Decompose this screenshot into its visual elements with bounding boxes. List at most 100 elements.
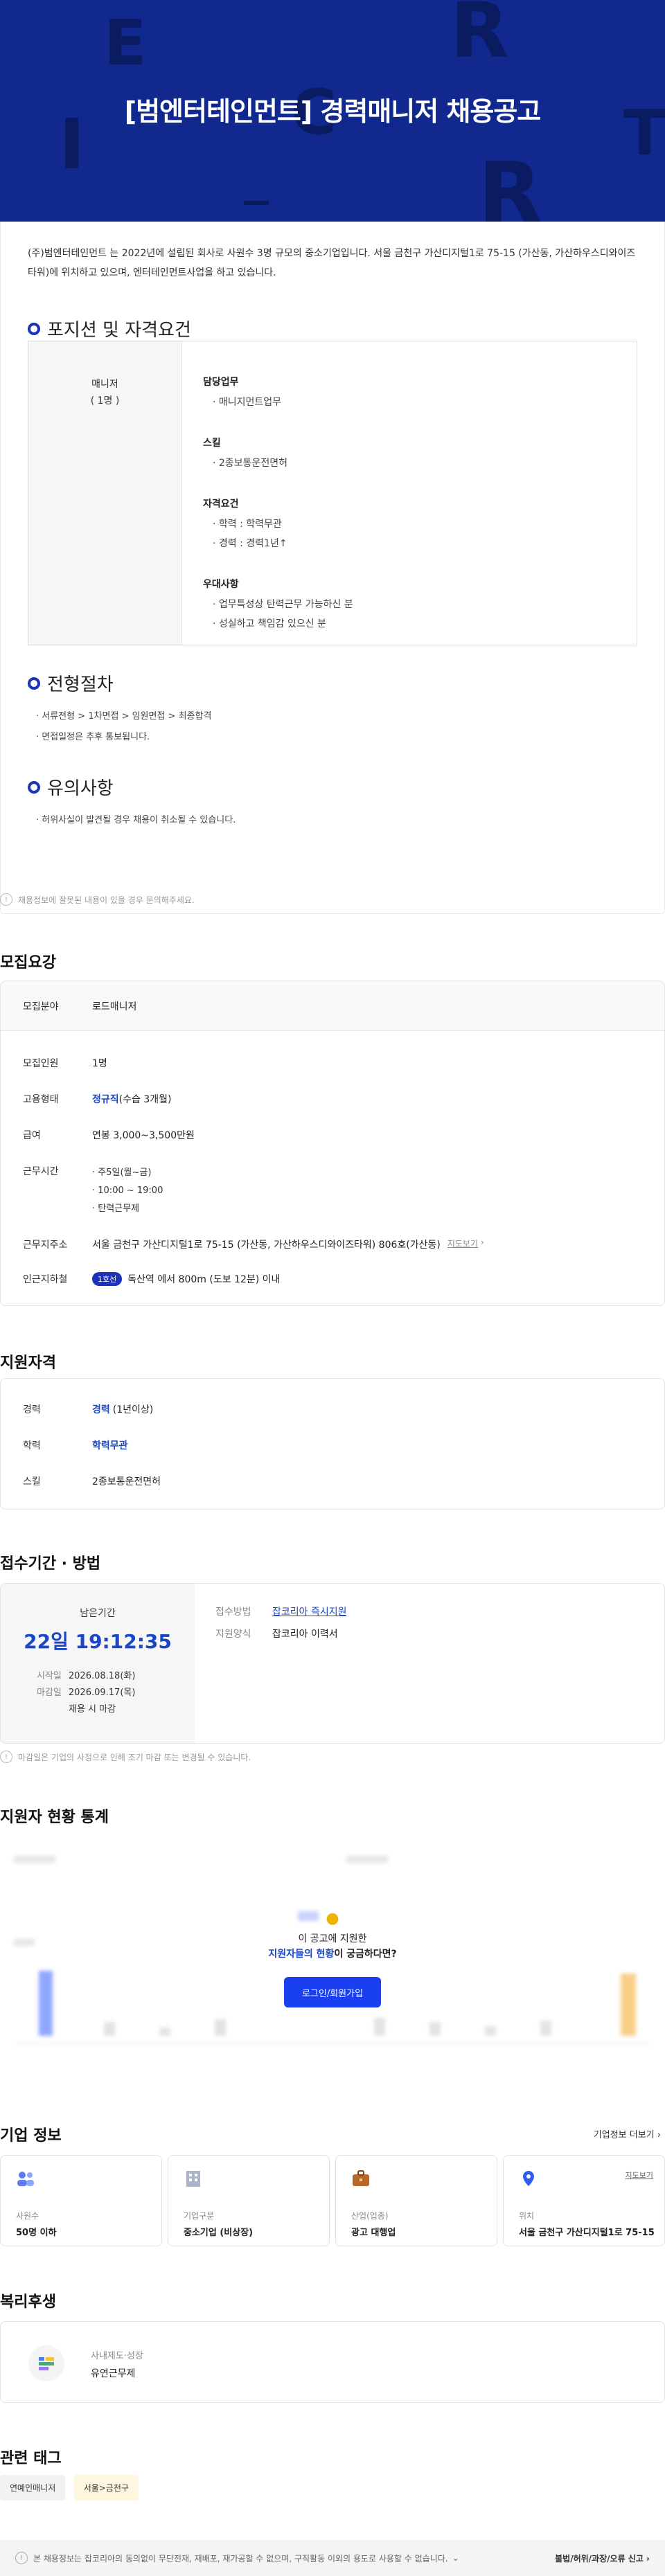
tag-item[interactable]: 서울>금천구 <box>73 2475 139 2501</box>
hero-letter: R <box>450 0 509 75</box>
form-value: 잡코리아 이력서 <box>272 1629 338 1640</box>
qualify-box: 경력 경력 (1년이상) 학력 학력무관 스킬 2종보통운전면허 <box>0 1378 665 1510</box>
stats-panel: ● 이 공고에 지원한 지원자들의 현황이 궁금하다면? 로그인/회원가입 <box>0 1835 665 2084</box>
pref-heading: 우대사항 <box>203 579 239 590</box>
footer-bar: ! 본 채용정보는 잡코리아의 동의없이 무단전재, 재배포, 재가공할 수 없… <box>0 2540 665 2576</box>
welfare-heading: 복리후생 <box>0 2293 56 2311</box>
process-heading-text: 전형절차 <box>47 674 114 695</box>
exp-value: (1년이상) <box>112 1404 154 1415</box>
card-label: 사원수 <box>16 2211 39 2221</box>
type-value: (수습 3개월) <box>118 1094 172 1105</box>
addr-value: 서울 금천구 가산디지털1로 75-15 (가산동, 가산하우스디와이즈타워) … <box>92 1240 441 1251</box>
type-key: 고용형태 <box>23 1094 59 1105</box>
skill-item: · 2종보통운전면허 <box>213 458 287 469</box>
hours-item: · 10:00 ~ 19:00 <box>92 1186 163 1196</box>
qual-item: · 경력 : 경력1년↑ <box>213 538 287 549</box>
hours-item: · 주5일(월~금) <box>92 1168 152 1178</box>
report-notice-text: 채용정보에 잘못된 내용이 있을 경우 문의해주세요. <box>18 895 195 905</box>
apply-period-panel: 남은기간 22일 19:12:35 시작일 2026.08.18(화) 마감일 20… <box>1 1584 195 1743</box>
welfare-category: 사내제도·성장 <box>91 2351 143 2361</box>
hours-list: · 주5일(월~금) · 10:00 ~ 19:00 · 탄력근무제 <box>92 1164 163 1218</box>
count-row: 모집인원 1명 <box>23 1056 107 1070</box>
skills-heading: 스킬 <box>203 438 221 449</box>
chevron-down-icon[interactable]: ⌄ <box>452 2553 459 2563</box>
qualify-heading: 지원자격 <box>0 1354 56 1372</box>
section-dot-icon <box>28 677 40 690</box>
company-heading: 기업 정보 <box>0 2127 62 2145</box>
tags-heading: 관련 태그 <box>0 2450 62 2467</box>
pref-block: 우대사항 · 업무특성상 탄력근무 가능하신 분 · 성실하고 책임감 있으신 … <box>203 577 623 634</box>
tag-list: 연예인매니저 서울>금천구 <box>0 2475 144 2501</box>
form-key: 지원양식 <box>215 1629 251 1640</box>
footer-text: 본 채용정보는 잡코리아의 동의없이 무단전재, 재배포, 재가공할 수 없으며… <box>33 2553 448 2564</box>
company-more-link[interactable]: 기업정보 더보기 › <box>594 2127 661 2140</box>
subway-line-badge: 1호선 <box>92 1272 123 1286</box>
apply-heading: 접수기간 · 방법 <box>0 1555 101 1573</box>
hours-item: · 탄력근무제 <box>92 1204 140 1214</box>
role-name: 매니저 <box>91 379 118 390</box>
role-count: ( 1명 ) <box>90 395 120 406</box>
duty-item: · 매니지먼트업무 <box>213 397 282 408</box>
hero-letter: R <box>478 145 542 222</box>
exp-key: 경력 <box>23 1404 41 1415</box>
salary-row: 급여 연봉 3,000~3,500만원 <box>23 1128 195 1142</box>
remain-time: 22일 19:12:35 <box>24 1630 172 1653</box>
position-details: 담당업무 · 매니지먼트업무 스킬 · 2종보통운전면허 자격요건 · 학력 :… <box>203 375 623 657</box>
info-icon: ! <box>15 2552 28 2564</box>
type-link[interactable]: 정규직 <box>92 1092 119 1106</box>
edu-key: 학력 <box>23 1440 41 1451</box>
recruit-heading: 모집요강 <box>0 954 56 972</box>
card-label: 기업구분 <box>184 2211 215 2221</box>
stack-icon <box>39 2357 54 2370</box>
section-dot-icon <box>28 322 40 335</box>
caution-heading-text: 유의사항 <box>47 778 114 799</box>
tag-item[interactable]: 연예인매니저 <box>0 2475 66 2501</box>
start-date-row: 시작일 2026.08.18(화) <box>37 1671 136 1681</box>
method-link[interactable]: 잡코리아 즉시지원 <box>272 1607 347 1618</box>
info-icon: ! <box>0 1751 12 1763</box>
duties-heading: 담당업무 <box>203 377 239 388</box>
login-signup-button[interactable]: 로그인/회원가입 <box>284 1977 381 2007</box>
qual-heading: 자격요건 <box>203 499 239 510</box>
end-date-row: 마감일 2026.09.17(목) <box>37 1688 136 1698</box>
hero-dash <box>244 201 269 205</box>
skill-row: 스킬 2종보통운전면허 <box>23 1474 161 1488</box>
addr-row: 근무지주소 서울 금천구 가산디지털1로 75-15 (가산동, 가산하우스디와… <box>23 1237 484 1251</box>
hours-key: 근무시간 <box>23 1166 59 1177</box>
welfare-icon <box>28 2345 64 2381</box>
apply-box: 남은기간 22일 19:12:35 시작일 2026.08.18(화) 마감일 20… <box>0 1583 665 1744</box>
building-icon <box>186 2171 200 2187</box>
deadline-note: ! 마감일은 기업의 사정으로 인해 조기 마감 또는 변경될 수 있습니다. <box>0 1751 251 1763</box>
pref-item: · 성실하고 책임감 있으신 분 <box>213 618 326 629</box>
report-notice[interactable]: ! 채용정보에 잘못된 내용이 있을 경우 문의해주세요. <box>0 893 195 906</box>
login-prompt: ● 이 공고에 지원한 지원자들의 현황이 궁금하다면? 로그인/회원가입 <box>0 1910 665 2007</box>
prompt-line2: 지원자들의 현황이 궁금하다면? <box>268 1949 397 1960</box>
company-card-industry: 산업(업종) 광고 대행업 <box>335 2155 497 2246</box>
salary-value: 연봉 3,000~3,500만원 <box>92 1130 195 1141</box>
report-link[interactable]: 불법/허위/과장/오류 신고 › <box>555 2552 650 2564</box>
subway-value: 독산역 에서 800m (도보 12분) 이내 <box>127 1274 281 1285</box>
company-card-location: 지도보기 위치 서울 금천구 가산디지털1로 75-15 <box>503 2155 665 2246</box>
skills-block: 스킬 · 2종보통운전면허 <box>203 436 623 473</box>
edu-row: 학력 학력무관 <box>23 1438 128 1452</box>
edu-link[interactable]: 학력무관 <box>92 1438 128 1452</box>
deadline-note-text: 마감일은 기업의 사정으로 인해 조기 마감 또는 변경될 수 있습니다. <box>18 1752 251 1762</box>
welfare-item: 유연근무제 <box>91 2368 136 2379</box>
card-value: 50명 이하 <box>16 2228 57 2238</box>
process-item: · 면접일정은 추후 통보됩니다. <box>36 732 150 742</box>
people-icon <box>17 2172 34 2186</box>
apply-dates: 시작일 2026.08.18(화) 마감일 2026.09.17(목) 채용 시 마… <box>37 1668 135 1718</box>
card-value: 중소기업 (비상장) <box>184 2228 254 2238</box>
info-icon: ! <box>0 893 12 906</box>
exp-link[interactable]: 경력 <box>92 1402 110 1416</box>
addr-key: 근무지주소 <box>23 1240 68 1251</box>
field-key: 모집분야 <box>23 1001 59 1012</box>
count-value: 1명 <box>92 1058 107 1069</box>
addr-map-link[interactable]: 지도보기 <box>447 1237 478 1251</box>
subway-row: 인근지하철 1호선 독산역 에서 800m (도보 12분) 이내 <box>23 1272 280 1286</box>
qual-item: · 학력 : 학력무관 <box>213 519 282 530</box>
caution-item: · 허위사실이 발견될 경우 채용이 취소될 수 있습니다. <box>36 815 236 825</box>
stats-heading: 지원자 현황 통계 <box>0 1809 109 1826</box>
process-list: · 서류전형 > 1차면접 > 임원면접 > 최종합격 · 면접일정은 추후 통… <box>36 706 211 748</box>
location-map-link[interactable]: 지도보기 <box>626 2170 653 2181</box>
